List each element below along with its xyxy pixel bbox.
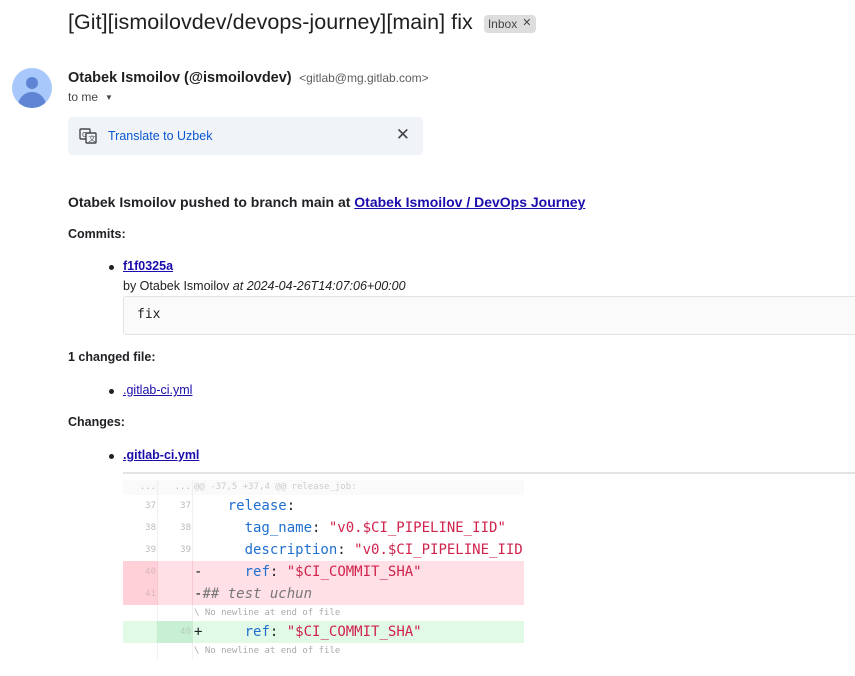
translate-icon: G 文 (79, 127, 97, 145)
push-summary: Otabek Ismoilov pushed to branch main at… (68, 194, 585, 210)
diff-sign: + (194, 624, 203, 640)
changes-file-list: .gitlab-ci.yml (105, 448, 199, 462)
inbox-label: Inbox (487, 16, 518, 31)
new-line-number: 37 (158, 495, 193, 517)
push-text: Otabek Ismoilov pushed to branch main at (68, 194, 355, 210)
new-line-number: 38 (158, 517, 193, 539)
old-line-number (123, 605, 158, 621)
commit-message: fix (137, 307, 161, 322)
new-line-number (158, 643, 193, 659)
email-subject-row: [Git][ismoilovdev/devops-journey][main] … (68, 10, 537, 35)
yaml-key: description (244, 542, 338, 558)
person-icon-body (18, 92, 46, 108)
hunk-header: @@ -37,5 +37,4 @@ release_job: (194, 482, 357, 492)
old-line-number: 40 (123, 561, 158, 583)
diff-hunk-row: ... ... @@ -37,5 +37,4 @@ release_job: (123, 480, 524, 495)
changed-file-list: .gitlab-ci.yml (105, 383, 192, 397)
svg-text:文: 文 (89, 134, 96, 143)
translate-link[interactable]: Translate to Uzbek (108, 129, 212, 143)
changes-divider (123, 472, 855, 474)
diff-line-removed: 40 - ref: "$CI_COMMIT_SHA" (123, 561, 524, 583)
sender-email: <gitlab@mg.gitlab.com> (299, 71, 429, 85)
recipient-label: to me (68, 90, 99, 104)
new-line-number: 39 (158, 539, 193, 561)
changed-file-link[interactable]: .gitlab-ci.yml (123, 383, 192, 397)
avatar[interactable] (12, 68, 52, 108)
chevron-down-icon[interactable]: ▼ (105, 93, 113, 102)
diff-code: - ref: "$CI_COMMIT_SHA" (193, 561, 524, 583)
diff-code: -## test uchun (193, 583, 524, 605)
translate-bar: G 文 Translate to Uzbek ✕ (68, 117, 423, 155)
commit-meta: by Otabek Ismoilov at 2024-04-26T14:07:0… (123, 279, 406, 293)
old-line-number: 41 (123, 583, 158, 605)
person-icon-head (26, 77, 38, 89)
commit-list: f1f0325a (105, 259, 173, 273)
diff-line-added: 40 + ref: "$CI_COMMIT_SHA" (123, 621, 524, 643)
yaml-comment: ## test uchun (202, 586, 313, 602)
yaml-key: tag_name (244, 520, 313, 536)
old-line-number (123, 643, 158, 659)
yaml-key: ref (244, 564, 270, 580)
list-item: .gitlab-ci.yml (105, 448, 199, 462)
new-line-number (158, 583, 193, 605)
yaml-punct: : (269, 624, 287, 640)
no-newline-row: \ No newline at end of file (123, 605, 524, 621)
diff-code: release: (193, 495, 524, 517)
yaml-value: "v0.$CI_PIPELINE_IID" (354, 542, 524, 558)
commits-heading: Commits: (68, 227, 126, 241)
yaml-punct: : (337, 542, 355, 558)
diff-line-removed: 41 -## test uchun (123, 583, 524, 605)
diff-line: 37 37 release: (123, 495, 524, 517)
no-newline-note: \ No newline at end of file (194, 646, 341, 656)
list-item: f1f0325a (105, 259, 173, 273)
recipient-dropdown[interactable]: to me ▼ (68, 90, 113, 104)
diff-table: ... ... @@ -37,5 +37,4 @@ release_job: 3… (123, 480, 524, 659)
sender-line: Otabek Ismoilov (@ismoilovdev) <gitlab@m… (68, 69, 429, 87)
old-line-number: 39 (123, 539, 158, 561)
commit-author: by Otabek Ismoilov (123, 279, 230, 293)
diff-sign: - (194, 564, 203, 580)
yaml-punct: : (286, 498, 296, 514)
old-line-number: 38 (123, 517, 158, 539)
old-line-number: ... (123, 480, 158, 495)
new-line-number (158, 561, 193, 583)
diff-line: 39 39 description: "v0.$CI_PIPELINE_IID" (123, 539, 524, 561)
new-line-number: 40 (158, 621, 193, 643)
close-icon[interactable]: ✕ (522, 18, 531, 29)
diff-code: description: "v0.$CI_PIPELINE_IID" (193, 539, 524, 561)
commit-sha-link[interactable]: f1f0325a (123, 259, 173, 273)
new-line-number: ... (158, 480, 193, 495)
no-newline-note: \ No newline at end of file (194, 608, 341, 618)
commit-time: 2024-04-26T14:07:06+00:00 (246, 279, 406, 293)
yaml-key: release (227, 498, 287, 514)
project-link[interactable]: Otabek Ismoilov / DevOps Journey (354, 194, 585, 210)
changed-files-heading: 1 changed file: (68, 350, 156, 364)
old-line-number (123, 621, 158, 643)
yaml-value: "v0.$CI_PIPELINE_IID" (328, 520, 506, 536)
yaml-punct: : (312, 520, 329, 536)
changes-heading: Changes: (68, 415, 125, 429)
diff-code: tag_name: "v0.$CI_PIPELINE_IID" (193, 517, 524, 539)
email-subject: [Git][ismoilovdev/devops-journey][main] … (68, 10, 473, 34)
list-item: .gitlab-ci.yml (105, 383, 192, 397)
diff-code: + ref: "$CI_COMMIT_SHA" (193, 621, 524, 643)
yaml-value: "$CI_COMMIT_SHA" (286, 564, 422, 580)
yaml-key: ref (244, 624, 270, 640)
sender-name[interactable]: Otabek Ismoilov (@ismoilovdev) (68, 70, 292, 86)
inbox-label-chip[interactable]: Inbox ✕ (483, 14, 537, 33)
old-line-number: 37 (123, 495, 158, 517)
commit-at: at (232, 279, 244, 293)
new-line-number (158, 605, 193, 621)
no-newline-row: \ No newline at end of file (123, 643, 524, 659)
yaml-punct: : (269, 564, 287, 580)
diff-file-link[interactable]: .gitlab-ci.yml (123, 448, 199, 462)
diff-line: 38 38 tag_name: "v0.$CI_PIPELINE_IID" (123, 517, 524, 539)
commit-message-box: fix (123, 296, 855, 335)
close-icon[interactable]: ✕ (396, 126, 410, 143)
yaml-value: "$CI_COMMIT_SHA" (286, 624, 422, 640)
